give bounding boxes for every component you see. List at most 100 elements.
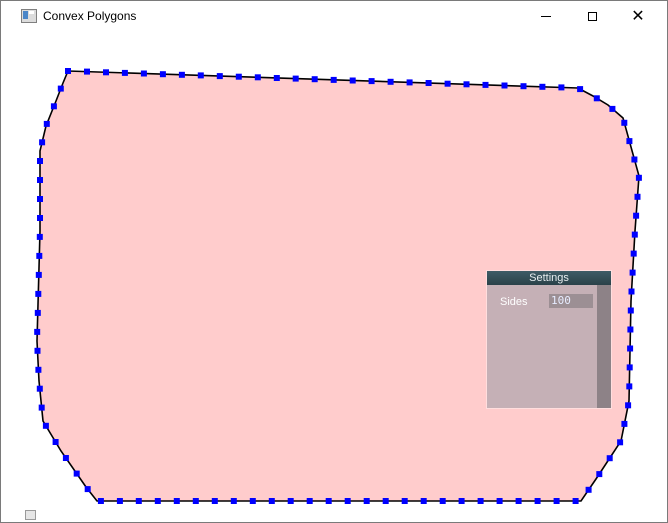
vertex-handle[interactable] bbox=[178, 71, 185, 78]
vertex-handle[interactable] bbox=[121, 69, 128, 76]
vertex-handle[interactable] bbox=[37, 158, 43, 164]
vertex-handle[interactable] bbox=[593, 95, 600, 102]
vertex-handle[interactable] bbox=[617, 439, 624, 446]
vertex-handle[interactable] bbox=[515, 498, 522, 504]
vertex-handle[interactable] bbox=[36, 252, 43, 259]
vertex-handle[interactable] bbox=[577, 86, 584, 93]
vertex-handle[interactable] bbox=[36, 233, 43, 240]
vertex-handle[interactable] bbox=[50, 103, 57, 110]
vertex-handle[interactable] bbox=[558, 84, 565, 91]
maximize-button[interactable] bbox=[569, 1, 615, 31]
vertex-handle[interactable] bbox=[621, 119, 628, 126]
vertex-handle[interactable] bbox=[627, 307, 634, 314]
vertex-handle[interactable] bbox=[37, 215, 43, 221]
vertex-handle[interactable] bbox=[458, 498, 465, 504]
vertex-handle[interactable] bbox=[520, 83, 527, 90]
vertex-handle[interactable] bbox=[52, 439, 59, 445]
vertex-handle[interactable] bbox=[406, 79, 413, 86]
settings-title[interactable]: Settings bbox=[487, 271, 611, 285]
vertex-handle[interactable] bbox=[39, 139, 46, 146]
vertex-handle[interactable] bbox=[197, 72, 204, 79]
vertex-handle[interactable] bbox=[482, 81, 489, 88]
vertex-handle[interactable] bbox=[35, 271, 42, 278]
vertex-handle[interactable] bbox=[635, 174, 642, 181]
vertex-handle[interactable] bbox=[34, 309, 41, 316]
vertex-handle[interactable] bbox=[42, 422, 49, 429]
vertex-handle[interactable] bbox=[216, 73, 223, 80]
vertex-handle[interactable] bbox=[625, 402, 632, 409]
vertex-handle[interactable] bbox=[631, 156, 638, 163]
vertex-handle[interactable] bbox=[626, 364, 633, 371]
vertex-handle[interactable] bbox=[249, 498, 256, 504]
vertex-handle[interactable] bbox=[627, 326, 634, 333]
vertex-handle[interactable] bbox=[606, 455, 613, 462]
vertex-handle[interactable] bbox=[154, 498, 161, 504]
vertex-handle[interactable] bbox=[609, 105, 616, 112]
vertex-handle[interactable] bbox=[211, 498, 218, 504]
vertex-handle[interactable] bbox=[254, 74, 261, 81]
vertex-handle[interactable] bbox=[572, 498, 579, 504]
vertex-handle[interactable] bbox=[420, 498, 427, 504]
vertex-handle[interactable] bbox=[349, 77, 356, 84]
vertex-handle[interactable] bbox=[57, 85, 64, 92]
vertex-handle[interactable] bbox=[501, 82, 508, 89]
vertex-handle[interactable] bbox=[626, 383, 633, 390]
drawing-canvas[interactable]: Settings Sides 100 bbox=[1, 32, 667, 522]
vertex-handle[interactable] bbox=[628, 288, 635, 295]
settings-scrollbar[interactable] bbox=[597, 285, 611, 408]
vertex-handle[interactable] bbox=[344, 498, 351, 504]
vertex-handle[interactable] bbox=[65, 68, 71, 74]
vertex-handle[interactable] bbox=[135, 498, 142, 504]
vertex-handle[interactable] bbox=[439, 498, 446, 504]
vertex-handle[interactable] bbox=[35, 290, 42, 297]
vertex-handle[interactable] bbox=[401, 498, 408, 504]
vertex-handle[interactable] bbox=[629, 269, 636, 276]
vertex-handle[interactable] bbox=[268, 498, 275, 504]
vertex-handle[interactable] bbox=[596, 471, 603, 478]
vertex-handle[interactable] bbox=[235, 73, 242, 80]
vertex-handle[interactable] bbox=[43, 120, 50, 127]
vertex-handle[interactable] bbox=[633, 212, 640, 219]
vertex-handle[interactable] bbox=[37, 196, 43, 202]
vertex-handle[interactable] bbox=[273, 75, 280, 81]
vertex-handle[interactable] bbox=[630, 250, 637, 257]
vertex-handle[interactable] bbox=[116, 498, 123, 504]
vertex-handle[interactable] bbox=[73, 470, 80, 477]
vertex-handle[interactable] bbox=[425, 80, 432, 86]
vertex-handle[interactable] bbox=[553, 498, 560, 504]
vertex-handle[interactable] bbox=[534, 498, 541, 504]
minimize-button[interactable] bbox=[523, 1, 569, 31]
vertex-handle[interactable] bbox=[159, 71, 166, 78]
vertex-handle[interactable] bbox=[37, 177, 43, 183]
vertex-handle[interactable] bbox=[292, 75, 299, 82]
vertex-handle[interactable] bbox=[34, 347, 41, 354]
vertex-handle[interactable] bbox=[463, 81, 470, 88]
vertex-handle[interactable] bbox=[306, 498, 313, 504]
vertex-handle[interactable] bbox=[35, 366, 42, 373]
vertex-handle[interactable] bbox=[140, 70, 147, 77]
vertex-handle[interactable] bbox=[36, 385, 43, 392]
vertex-handle[interactable] bbox=[103, 69, 109, 76]
vertex-handle[interactable] bbox=[585, 486, 592, 493]
vertex-handle[interactable] bbox=[84, 486, 91, 493]
vertex-handle[interactable] bbox=[387, 78, 394, 85]
vertex-handle[interactable] bbox=[539, 83, 546, 90]
vertex-handle[interactable] bbox=[192, 498, 199, 504]
close-button[interactable]: ✕ bbox=[615, 1, 661, 31]
vertex-handle[interactable] bbox=[330, 76, 337, 83]
vertex-handle[interactable] bbox=[382, 498, 389, 504]
vertex-handle[interactable] bbox=[363, 498, 370, 504]
vertex-handle[interactable] bbox=[444, 80, 451, 87]
vertex-handle[interactable] bbox=[34, 328, 41, 335]
vertex-handle[interactable] bbox=[627, 345, 634, 352]
title-bar[interactable]: Convex Polygons ✕ bbox=[1, 1, 667, 31]
vertex-handle[interactable] bbox=[631, 231, 638, 238]
vertex-handle[interactable] bbox=[325, 498, 332, 504]
settings-panel[interactable]: Settings Sides 100 bbox=[487, 271, 611, 408]
vertex-handle[interactable] bbox=[38, 404, 45, 411]
vertex-handle[interactable] bbox=[621, 420, 628, 427]
vertex-handle[interactable] bbox=[173, 498, 180, 504]
vertex-handle[interactable] bbox=[97, 498, 104, 504]
vertex-handle[interactable] bbox=[496, 498, 503, 504]
vertex-handle[interactable] bbox=[368, 78, 375, 85]
